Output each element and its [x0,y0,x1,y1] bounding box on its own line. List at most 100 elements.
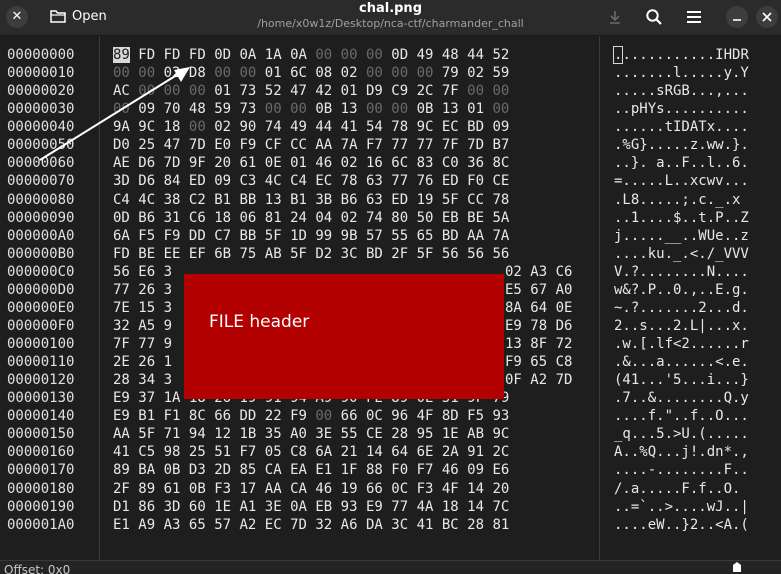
hex-byte[interactable]: 00 [189,119,206,135]
hex-byte[interactable]: 3B [315,192,332,208]
hex-byte[interactable]: 0D [214,47,231,63]
hex-byte[interactable]: 00 [315,47,332,63]
hex-byte[interactable]: 28 [113,372,130,388]
hex-byte[interactable]: 96 [391,408,408,424]
hex-byte[interactable]: 4F [442,481,459,497]
menu-icon[interactable] [683,6,705,28]
hex-byte[interactable]: E0 [214,137,231,153]
ascii-row[interactable]: ......tIDATx.... [614,118,749,136]
hex-byte[interactable]: 19 [417,192,434,208]
hex-byte[interactable]: 22 [265,408,282,424]
download-icon[interactable] [604,6,626,28]
hex-byte[interactable]: 00 [391,101,408,117]
hex-byte[interactable]: 0D [391,47,408,63]
hex-byte[interactable]: 56 [113,264,130,280]
cursor-mode-icon[interactable] [731,561,743,573]
hex-byte[interactable]: 89 [138,481,155,497]
hex-byte[interactable]: 00 [113,65,130,81]
hex-byte[interactable]: 3E [315,426,332,442]
hex-byte[interactable]: DA [366,517,383,533]
hex-byte[interactable]: 28 [391,426,408,442]
hex-byte[interactable]: 14 [366,444,383,460]
hex-row[interactable]: 00 09 70 48 59 73 00 00 0B 13 00 00 0B 1… [113,100,509,118]
hex-row-fragment[interactable]: 8A 64 0E [505,299,572,317]
hex-byte[interactable]: 66 [214,408,231,424]
hex-byte[interactable]: CF [265,137,282,153]
hex-byte[interactable]: D6 [138,155,155,171]
hex-byte[interactable]: C9 [391,83,408,99]
ascii-row[interactable]: w&?.P..0.,..E.g. [614,281,749,299]
hex-byte[interactable]: 48 [442,47,459,63]
hex-byte[interactable]: 00 [239,65,256,81]
hex-byte[interactable]: F5 [138,228,155,244]
hex-row[interactable]: 89 FD FD FD 0D 0A 1A 0A 00 00 00 0D 49 4… [113,46,509,64]
hex-byte[interactable]: 49 [290,119,307,135]
hex-byte[interactable]: 32 [315,517,332,533]
hex-byte[interactable]: 6C [391,155,408,171]
hex-byte[interactable]: 41 [417,517,434,533]
hex-byte[interactable]: 00 [341,47,358,63]
hex-byte[interactable]: F9 [290,408,307,424]
hex-byte[interactable]: 63 [366,173,383,189]
ascii-row[interactable]: .&...a......<.e. [614,353,749,371]
hex-byte[interactable]: 00 [492,101,509,117]
hex-byte[interactable]: 9A [113,119,130,135]
ascii-row[interactable]: ..pHYs.......... [614,100,749,118]
hex-byte[interactable]: 01 [341,83,358,99]
hex-byte[interactable]: 4C [265,173,282,189]
ascii-row[interactable]: _q...5.>U.(..... [614,425,749,443]
hex-byte[interactable]: 78 [391,119,408,135]
hex-byte[interactable]: 18 [164,119,181,135]
hex-byte[interactable]: 02 [164,65,181,81]
hex-byte[interactable]: ED [189,173,206,189]
hex-byte[interactable]: F0 [391,462,408,478]
hex-byte[interactable]: 00 [113,101,130,117]
hex-byte[interactable]: 18 [442,499,459,515]
ascii-row[interactable]: ....eW..}2..<A.( [614,516,749,534]
hex-byte[interactable]: AE [113,155,130,171]
hex-byte[interactable]: D2 [315,246,332,262]
hex-byte[interactable]: FD [189,47,206,63]
hex-byte[interactable]: 00 [138,65,155,81]
hex-byte[interactable]: 78 [492,192,509,208]
hex-byte[interactable]: 88 [366,462,383,478]
hex-byte[interactable]: 14 [467,481,484,497]
hex-byte[interactable]: 09 [467,462,484,478]
hex-byte[interactable]: 81 [265,210,282,226]
ascii-row[interactable]: ....ku._.<./_VVV [614,245,749,263]
hex-byte[interactable]: 3 [164,300,172,316]
hex-byte[interactable]: 84 [164,173,181,189]
hex-byte[interactable]: 7A [492,228,509,244]
hex-byte[interactable]: 1A [164,390,181,406]
hex-row-fragment[interactable]: 0F A2 7D [505,371,572,389]
hex-byte[interactable]: 83 [417,155,434,171]
hex-byte[interactable]: 05 [265,444,282,460]
hex-byte[interactable]: 34 [138,372,155,388]
ascii-row[interactable]: j.....__..WUe..z [614,227,749,245]
hex-byte[interactable]: 9 [164,318,172,334]
hex-byte[interactable]: 5F [290,246,307,262]
hex-byte[interactable]: BC [442,517,459,533]
hex-row[interactable]: 89 BA 0B D3 2D 85 CA EA E1 1F 88 F0 F7 4… [113,461,509,479]
hex-byte[interactable]: 2F [391,246,408,262]
hex-row[interactable]: FD BE EE EF 6B 75 AB 5F D2 3C BD 2F 5F 5… [113,245,509,263]
hex-byte[interactable]: 9B [341,228,358,244]
hex-byte[interactable]: 01 [290,155,307,171]
hex-byte[interactable]: 77 [113,282,130,298]
hex-byte[interactable]: 81 [492,517,509,533]
hex-byte[interactable]: 5F [265,228,282,244]
hex-byte[interactable]: 0A [239,47,256,63]
hex-byte[interactable]: 00 [138,83,155,99]
hex-byte[interactable]: FD [138,47,155,63]
hex-byte[interactable]: EF [189,246,206,262]
hex-byte[interactable]: 77 [417,137,434,153]
hex-byte[interactable]: 04 [315,210,332,226]
ascii-row[interactable]: ..}. a..F..l..6. [614,154,749,172]
hex-row[interactable]: 0D B6 31 C6 18 06 81 24 04 02 74 80 50 E… [113,209,509,227]
hex-byte[interactable]: AB [265,246,282,262]
hex-byte[interactable]: 46 [442,462,459,478]
ascii-row[interactable]: /.a.....F.f..O. [614,480,749,498]
hex-byte[interactable]: EC [442,119,459,135]
hex-byte[interactable]: F7 [366,137,383,153]
hex-byte[interactable]: 8C [492,155,509,171]
